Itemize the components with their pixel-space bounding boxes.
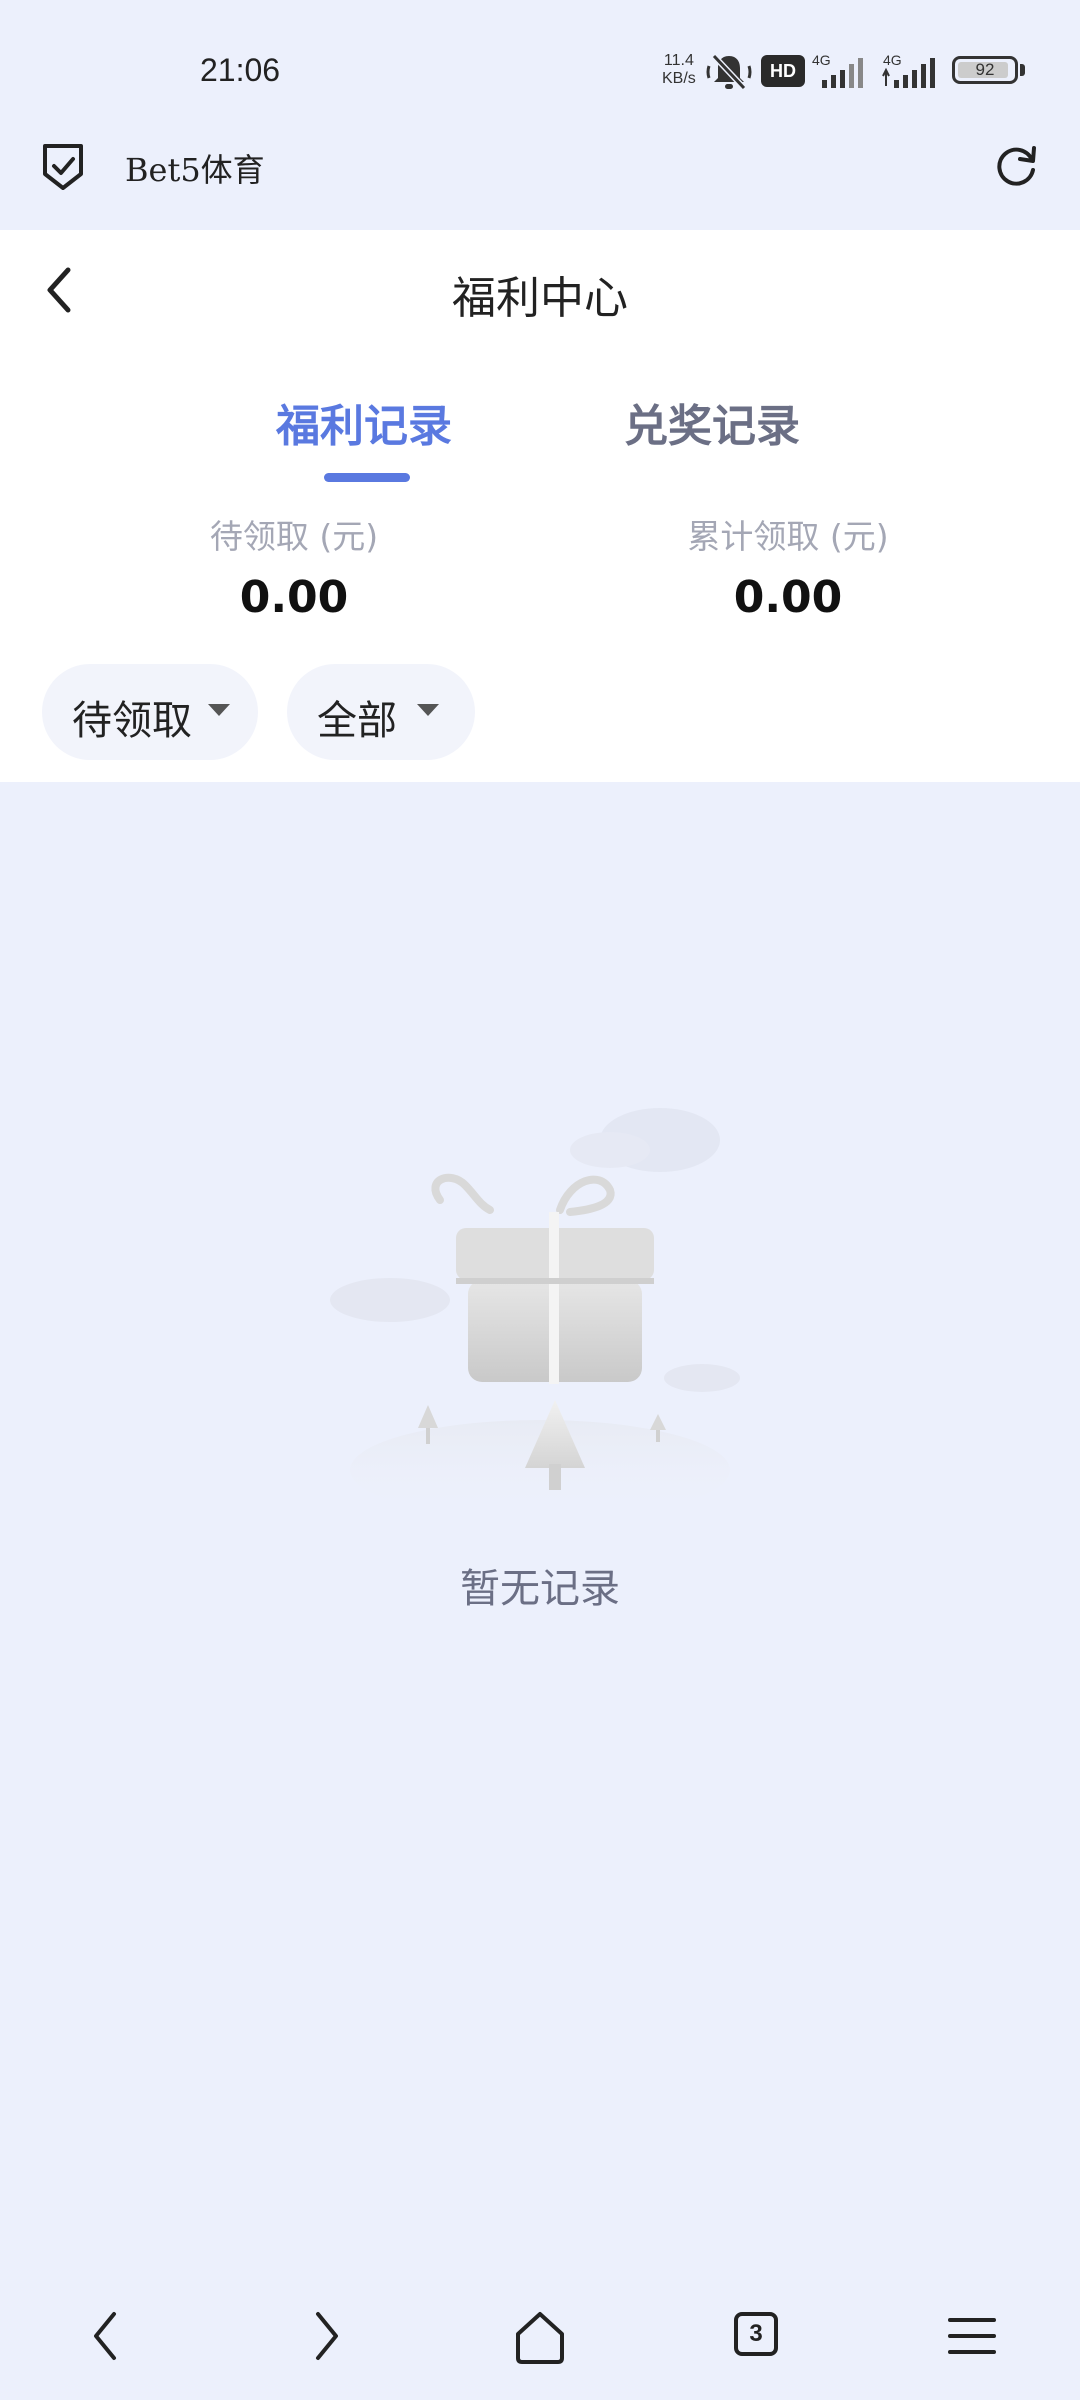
- tab-redeem-records[interactable]: 兑奖记录: [624, 390, 800, 454]
- chevron-left-icon: [94, 2312, 116, 2360]
- stat-pending: 待领取 (元) 0.00: [94, 510, 494, 623]
- status-bar: 21:06 11.4 KB/s HD 4G 4G 92: [0, 0, 1080, 130]
- type-filter-label: 全部: [317, 698, 397, 744]
- stat-total-value: 0.00: [733, 572, 843, 623]
- tab-switcher-button[interactable]: 3: [734, 2312, 778, 2356]
- page-title: 福利中心: [452, 273, 628, 324]
- signal-sim2-icon: [882, 58, 935, 88]
- battery-level: 92: [975, 60, 995, 79]
- shield-check-icon[interactable]: [38, 140, 88, 192]
- nav-back-button[interactable]: [72, 2300, 144, 2372]
- tab-welfare-records[interactable]: 福利记录: [276, 390, 452, 454]
- type-filter-dropdown[interactable]: 全部: [287, 664, 475, 760]
- status-filter-dropdown[interactable]: 待领取: [42, 664, 258, 760]
- site-name[interactable]: Bet5体育: [125, 145, 265, 191]
- active-tab-indicator: [324, 473, 410, 482]
- stat-pending-label: 待领取 (元): [209, 517, 379, 556]
- net-speed-value: 11.4: [663, 52, 694, 69]
- reload-icon[interactable]: [990, 140, 1042, 192]
- net-speed-unit: KB/s: [662, 70, 696, 87]
- caret-down-icon: [208, 704, 230, 716]
- hd-voice-badge: HD: [761, 55, 805, 87]
- gift-box-icon: [330, 1108, 740, 1500]
- mute-bell-icon: [706, 53, 752, 91]
- stat-total-label: 累计领取 (元): [687, 517, 889, 556]
- empty-state-text: 暂无记录: [460, 1566, 620, 1612]
- signal-sim1-icon: [822, 58, 863, 88]
- menu-icon[interactable]: [936, 2300, 1008, 2372]
- status-filter-label: 待领取: [72, 698, 192, 744]
- stat-total: 累计领取 (元) 0.00: [588, 510, 988, 623]
- chevron-right-icon: [316, 2312, 338, 2360]
- battery-icon: 92: [952, 56, 1018, 84]
- stat-pending-value: 0.00: [239, 572, 349, 623]
- net-speed: 11.4 KB/s: [662, 52, 696, 88]
- status-time: 21:06: [200, 52, 281, 88]
- screen: 21:06 11.4 KB/s HD 4G 4G 92 Bet5体育 福利中心 …: [0, 0, 1080, 2400]
- nav-forward-button[interactable]: [288, 2300, 360, 2372]
- battery-tip: [1020, 64, 1025, 76]
- caret-down-icon: [417, 704, 439, 716]
- home-icon[interactable]: [504, 2300, 576, 2372]
